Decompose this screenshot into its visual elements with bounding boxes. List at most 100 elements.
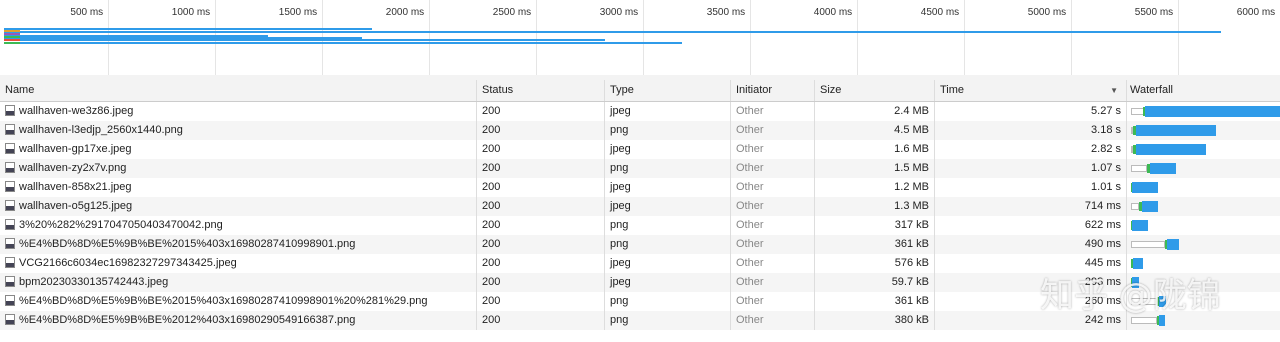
- request-type: png: [605, 311, 731, 330]
- request-size: 380 kB: [815, 311, 935, 330]
- timeline-tick-label: 3500 ms: [706, 7, 746, 18]
- timeline-tick-label: 5000 ms: [1027, 7, 1067, 18]
- column-header-initiator[interactable]: Initiator: [731, 80, 815, 101]
- request-type: png: [605, 235, 731, 254]
- request-time: 1.07 s: [935, 159, 1127, 178]
- request-name-cell[interactable]: %E4%BD%8D%E5%9B%BE%2015%403x169802874109…: [0, 235, 477, 254]
- waterfall-queued-segment: [1131, 241, 1165, 248]
- request-initiator: Other: [731, 159, 815, 178]
- table-row[interactable]: wallhaven-gp17xe.jpeg 200 jpeg Other 1.6 MB 2…: [0, 140, 1280, 159]
- table-row[interactable]: wallhaven-l3edjp_2560x1440.png 200 png Othe…: [0, 121, 1280, 140]
- request-initiator: Other: [731, 311, 815, 330]
- table-row[interactable]: %E4%BD%8D%E5%9B%BE%2015%403x169802874109…: [0, 235, 1280, 254]
- request-name: %E4%BD%8D%E5%9B%BE%2015%403x169802874109…: [19, 238, 356, 250]
- column-header-time-label: Time: [940, 84, 965, 96]
- request-name-cell[interactable]: wallhaven-o5g125.jpeg: [0, 197, 477, 216]
- request-name: bpm20230330135742443.jpeg: [19, 276, 169, 288]
- sort-descending-icon[interactable]: ▼: [1110, 80, 1118, 101]
- column-header-size[interactable]: Size: [815, 80, 935, 101]
- request-initiator: Other: [731, 178, 815, 197]
- request-status: 200: [477, 311, 605, 330]
- request-initiator: Other: [731, 235, 815, 254]
- request-size: 4.5 MB: [815, 121, 935, 140]
- request-status: 200: [477, 273, 605, 292]
- request-name: wallhaven-858x21.jpeg: [19, 181, 132, 193]
- request-name-cell[interactable]: wallhaven-zy2x7v.png: [0, 159, 477, 178]
- request-name-cell[interactable]: 3%20%282%2917047050403470042.png: [0, 216, 477, 235]
- timeline-gridline: [643, 0, 644, 75]
- table-row[interactable]: 3%20%282%2917047050403470042.png 200 png Ot…: [0, 216, 1280, 235]
- timeline-tick-label: 4000 ms: [813, 7, 853, 18]
- table-row[interactable]: wallhaven-we3z86.jpeg 200 jpeg Other 2.4 MB 5…: [0, 102, 1280, 121]
- request-waterfall[interactable]: [1127, 102, 1280, 121]
- request-waterfall[interactable]: [1127, 235, 1280, 254]
- request-type: png: [605, 216, 731, 235]
- request-size: 361 kB: [815, 235, 935, 254]
- request-status: 200: [477, 235, 605, 254]
- request-status: 200: [477, 254, 605, 273]
- overview-timeline[interactable]: 500 ms 1000 ms 1500 ms 2000 ms 2500 ms 3000 m…: [0, 0, 1280, 76]
- request-name-cell[interactable]: %E4%BD%8D%E5%9B%BE%2015%403x169802874109…: [0, 292, 477, 311]
- request-time: 490 ms: [935, 235, 1127, 254]
- request-name-cell[interactable]: %E4%BD%8D%E5%9B%BE%2012%403x169802905491…: [0, 311, 477, 330]
- column-header-time[interactable]: Time ▼: [935, 80, 1127, 101]
- request-size: 2.4 MB: [815, 102, 935, 121]
- timeline-phase-marker: [4, 39, 20, 41]
- table-row[interactable]: wallhaven-zy2x7v.png 200 png Other 1.5 MB 1.0…: [0, 159, 1280, 178]
- timeline-phase-marker: [4, 33, 20, 35]
- request-name-cell[interactable]: wallhaven-gp17xe.jpeg: [0, 140, 477, 159]
- image-file-icon: [5, 105, 15, 116]
- request-name-cell[interactable]: bpm20230330135742443.jpeg: [0, 273, 477, 292]
- waterfall-queued-segment: [1131, 317, 1157, 324]
- image-file-icon: [5, 200, 15, 211]
- column-header-name[interactable]: Name: [0, 80, 477, 101]
- table-row[interactable]: wallhaven-858x21.jpeg 200 jpeg Other 1.2 MB 1…: [0, 178, 1280, 197]
- request-name-cell[interactable]: VCG2166c6034ec16982327297343425.jpeg: [0, 254, 477, 273]
- request-name: wallhaven-o5g125.jpeg: [19, 200, 133, 212]
- request-name: VCG2166c6034ec16982327297343425.jpeg: [19, 257, 237, 269]
- request-name-cell[interactable]: wallhaven-we3z86.jpeg: [0, 102, 477, 121]
- timeline-tick-label: 1500 ms: [278, 7, 318, 18]
- timeline-request-bar: [4, 28, 372, 30]
- request-waterfall[interactable]: [1127, 178, 1280, 197]
- request-waterfall[interactable]: [1127, 216, 1280, 235]
- table-row[interactable]: wallhaven-o5g125.jpeg 200 jpeg Other 1.3 MB 7…: [0, 197, 1280, 216]
- timeline-tick-label: 1000 ms: [171, 7, 211, 18]
- timeline-gridline: [1178, 0, 1179, 75]
- request-waterfall[interactable]: [1127, 159, 1280, 178]
- column-header-type[interactable]: Type: [605, 80, 731, 101]
- request-waterfall[interactable]: [1127, 140, 1280, 159]
- request-name: wallhaven-gp17xe.jpeg: [19, 143, 132, 155]
- waterfall-download-segment: [1136, 125, 1216, 136]
- request-initiator: Other: [731, 216, 815, 235]
- request-type: jpeg: [605, 273, 731, 292]
- request-name-cell[interactable]: wallhaven-858x21.jpeg: [0, 178, 477, 197]
- image-file-icon: [5, 238, 15, 249]
- image-file-icon: [5, 295, 15, 306]
- timeline-request-bar: [4, 42, 682, 44]
- timeline-tick-label: 6000 ms: [1236, 7, 1276, 18]
- timeline-gridline: [857, 0, 858, 75]
- request-time: 2.82 s: [935, 140, 1127, 159]
- request-type: jpeg: [605, 140, 731, 159]
- image-file-icon: [5, 143, 15, 154]
- request-name: wallhaven-we3z86.jpeg: [19, 105, 134, 117]
- image-file-icon: [5, 162, 15, 173]
- request-type: jpeg: [605, 254, 731, 273]
- request-size: 1.2 MB: [815, 178, 935, 197]
- request-initiator: Other: [731, 102, 815, 121]
- timeline-request-bar: [4, 39, 605, 41]
- request-waterfall[interactable]: [1127, 197, 1280, 216]
- image-file-icon: [5, 314, 15, 325]
- column-header-waterfall[interactable]: Waterfall: [1127, 80, 1280, 101]
- request-type: png: [605, 292, 731, 311]
- request-initiator: Other: [731, 273, 815, 292]
- request-waterfall[interactable]: [1127, 121, 1280, 140]
- timeline-tick-label: 500 ms: [70, 7, 104, 18]
- waterfall-download-segment: [1132, 182, 1158, 193]
- column-header-status[interactable]: Status: [477, 80, 605, 101]
- request-name: wallhaven-zy2x7v.png: [19, 162, 127, 174]
- table-header: Name Status Type Initiator Size Time ▼ W…: [0, 80, 1280, 102]
- timeline-tick-label: 4500 ms: [920, 7, 960, 18]
- request-name-cell[interactable]: wallhaven-l3edjp_2560x1440.png: [0, 121, 477, 140]
